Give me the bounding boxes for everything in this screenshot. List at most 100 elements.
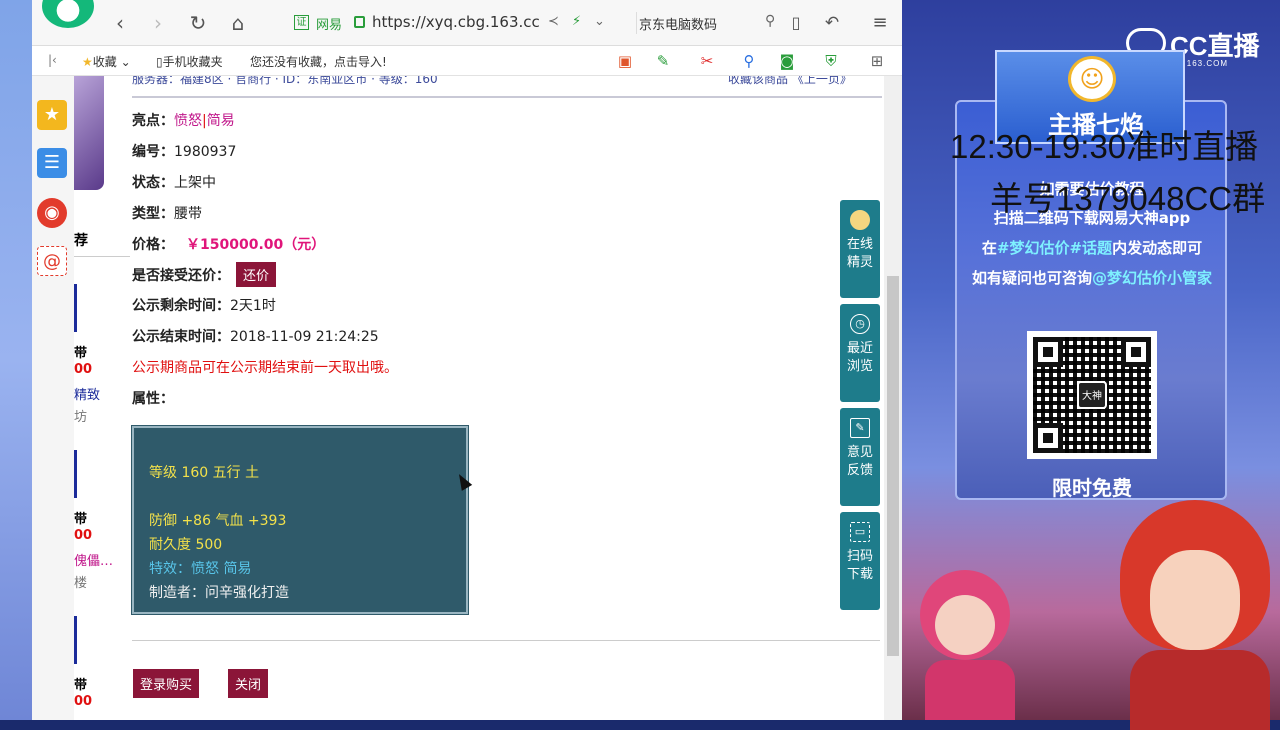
scan-icon: ▭ [850, 522, 870, 542]
lock-icon [354, 16, 365, 28]
list-item-marker [74, 616, 77, 664]
type-row: 类型：腰带 [132, 206, 202, 222]
stream-left-strip [0, 0, 32, 720]
search-input[interactable]: 京东电脑数码 ⚲ [636, 12, 788, 34]
favorites-menu[interactable]: ★收藏 ⌄ [82, 53, 131, 70]
login-buy-button[interactable]: 登录购买 [133, 669, 200, 698]
item-detail: 服务器：福建8区 · 官商行 · ID：东南亚区市 · 等级：160 收藏该商品… [131, 76, 887, 720]
find-icon[interactable]: ⚲ [740, 52, 758, 70]
notice-text: 公示期商品可在公示期结束前一天取出哦。 [132, 360, 398, 376]
dashen-logo-icon: 大神 [1077, 381, 1107, 409]
red-hair-character [1080, 480, 1280, 730]
qr-finder [1121, 337, 1151, 367]
counter-offer-row: 是否接受还价： 还价 [132, 262, 277, 287]
favorites-bar: |‹ ★收藏 ⌄ ▯手机收藏夹 您还没有收藏，点击导入! ▣ ✎ ✂ ⚲ ◙ ⛨… [32, 46, 902, 76]
import-favorites-link[interactable]: 您还没有收藏，点击导入! [250, 53, 387, 70]
list-item-price: 00 [74, 362, 93, 377]
recommend-list: 荐 带 00 精致 坊 带 00 傀儡… 楼 带 00 [74, 76, 130, 720]
attr-level: 等级 160 五行 土 [149, 465, 260, 481]
attributes-panel: 等级 160 五行 土 防御 +86 气血 +393 耐久度 500 特效：愤怒… [131, 425, 469, 615]
mobile-icon: ▯ [156, 55, 163, 69]
browser-sidebar: ★ ☰ ◉ @ [32, 76, 74, 720]
list-item-price: 00 [74, 694, 93, 709]
poster-line-4: 如有疑问也可咨询@梦幻估价小管家 [971, 269, 1213, 287]
scissors-icon[interactable]: ✂ [698, 52, 716, 70]
id-row: 编号：1980937 [132, 144, 237, 160]
back-icon[interactable]: ‹ [108, 11, 132, 35]
status-row: 状态：上架中 [132, 175, 216, 191]
search-icon[interactable]: ⚲ [765, 13, 775, 29]
schedule-text: 12:30-19:30准时直播 [950, 128, 1259, 165]
scrollbar[interactable] [884, 76, 902, 720]
attr-stats: 防御 +86 气血 +393 [149, 513, 287, 529]
star-icon: ★ [82, 55, 93, 69]
helper-avatar-icon [850, 210, 870, 230]
dropdown-icon[interactable]: ⌄ [594, 14, 605, 29]
list-item-name[interactable]: 带 [74, 674, 87, 693]
list-item-marker [74, 450, 77, 498]
item-thumbnail[interactable] [74, 76, 104, 190]
list-item-desc: 傀儡… [74, 554, 114, 569]
clock-icon: ◷ [850, 314, 870, 334]
menu-icon[interactable]: ≡ [868, 11, 892, 35]
close-button[interactable]: 关闭 [228, 669, 269, 698]
qr-finder [1033, 337, 1063, 367]
email-icon[interactable]: @ [37, 246, 67, 276]
server-info: 服务器：福建8区 · 官商行 · ID：东南亚区市 · 等级：160 收藏该商品… [132, 76, 882, 98]
url-text[interactable]: https://xyq.cbg.163.cc [372, 13, 552, 31]
recent-browse-button[interactable]: ◷ 最近 浏览 [840, 304, 880, 402]
list-item-seller: 坊 [74, 410, 88, 425]
favorites-star-icon[interactable]: ★ [37, 100, 67, 130]
feedback-button[interactable]: ✎ 意见 反馈 [840, 408, 880, 506]
weibo-icon[interactable]: ◉ [37, 198, 67, 228]
list-item-seller: 楼 [74, 576, 88, 591]
browser-window: ‹ › ↻ ⌂ 证 网易 https://xyq.cbg.163.cc ≺ ⚡ … [32, 0, 902, 720]
home-icon[interactable]: ⌂ [226, 11, 250, 35]
share-icon[interactable]: ≺ [548, 14, 559, 29]
page-content: ★ ☰ ◉ @ 荐 带 00 精致 坊 带 00 傀儡… 楼 带 00 服务器：… [32, 76, 902, 720]
edit-icon: ✎ [850, 418, 870, 438]
certificate-icon: 证 [294, 15, 309, 30]
poster-line-3: 在#梦幻估价#话题内发动态即可 [981, 239, 1203, 257]
lightning-icon[interactable]: ⚡ [572, 14, 581, 29]
attr-maker: 制造者：问辛强化打造 [149, 585, 289, 601]
attributes-label: 属性： [132, 391, 174, 407]
reader-icon[interactable]: ▯ [784, 11, 808, 35]
attr-special: 特效：愤怒 简易 [149, 561, 252, 577]
qr-code: 大神 [1027, 331, 1157, 459]
divider [132, 640, 880, 641]
pink-hair-character [910, 560, 1030, 720]
online-helper-button[interactable]: 在线 精灵 [840, 200, 880, 298]
scan-download-button[interactable]: ▭ 扫码 下载 [840, 512, 880, 610]
list-item-name[interactable]: 带 [74, 508, 87, 527]
counter-offer-button[interactable]: 还价 [236, 262, 277, 287]
mobile-favorites[interactable]: ▯手机收藏夹 [156, 53, 223, 70]
end-time-row: 公示结束时间：2018-11-09 21:24:25 [132, 329, 379, 345]
undo-icon[interactable]: ↶ [820, 11, 844, 35]
scrollbar-thumb[interactable] [887, 276, 899, 656]
shield-icon[interactable]: ⛨ [822, 52, 840, 70]
divider [74, 256, 130, 257]
tv-icon[interactable]: ▣ [616, 52, 634, 70]
apps-icon[interactable]: ⊞ [868, 52, 886, 70]
news-icon[interactable]: ☰ [37, 148, 67, 178]
list-item-price: 00 [74, 528, 93, 543]
price-value: ￥150000.00（元） [186, 237, 326, 253]
qr-finder [1033, 423, 1063, 453]
refresh-icon[interactable]: ↻ [186, 11, 210, 35]
url-field[interactable]: 证 网易 https://xyq.cbg.163.cc ≺ ⚡ ⌄ [290, 10, 650, 36]
address-bar: ‹ › ↻ ⌂ 证 网易 https://xyq.cbg.163.cc ≺ ⚡ … [32, 0, 902, 46]
forward-icon[interactable]: › [146, 11, 170, 35]
highlight-row: 亮点：愤怒|简易 [132, 113, 235, 129]
group-text: 羊号1379048CC群 [990, 180, 1266, 217]
recommend-tab[interactable]: 荐 [74, 230, 88, 250]
browser-logo-icon[interactable] [42, 0, 94, 28]
list-item-name[interactable]: 带 [74, 342, 87, 361]
list-item-desc: 精致 [74, 388, 101, 403]
lion-avatar-icon: ☺ [1068, 56, 1116, 102]
gamepad-icon[interactable]: ◙ [778, 52, 796, 70]
translate-icon[interactable]: ✎ [654, 52, 672, 70]
favorite-item-link[interactable]: 收藏该商品 《上一页》 [728, 76, 852, 87]
url-site-name: 网易 [316, 18, 343, 33]
sidebar-toggle-icon[interactable]: |‹ [48, 53, 57, 67]
